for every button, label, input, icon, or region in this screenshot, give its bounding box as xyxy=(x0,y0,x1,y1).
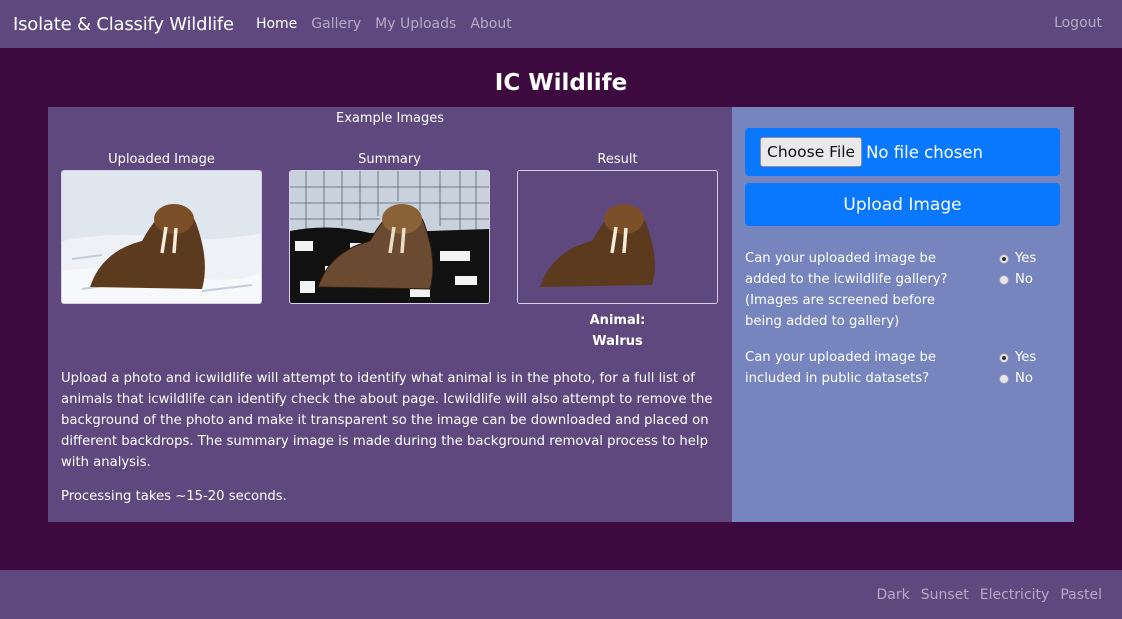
nav-my-uploads[interactable]: My Uploads xyxy=(375,16,456,32)
choose-file-button[interactable]: Choose File xyxy=(760,137,863,167)
dataset-no-label: No xyxy=(1015,371,1033,386)
gallery-yes-radio[interactable] xyxy=(999,253,1009,264)
dataset-question: Can your uploaded image be included in p… xyxy=(745,350,937,386)
gallery-no-option[interactable]: No xyxy=(999,269,1036,290)
summary-label: Summary xyxy=(358,152,421,167)
theme-sunset-link[interactable]: Sunset xyxy=(921,587,969,603)
nav-home[interactable]: Home xyxy=(256,16,297,32)
animal-caption: Animal: Walrus xyxy=(517,310,718,352)
uploaded-image-label: Uploaded Image xyxy=(108,152,215,167)
result-label: Result xyxy=(597,152,638,167)
result-walrus-image xyxy=(517,170,718,304)
animal-label: Animal: xyxy=(589,313,646,328)
theme-links: Dark Sunset Electricity Pastel xyxy=(866,587,1103,603)
gallery-question: Can your uploaded image be added to the … xyxy=(745,251,948,329)
dataset-yes-option[interactable]: Yes xyxy=(999,347,1036,368)
brand-link[interactable]: Isolate & Classify Wildlife xyxy=(13,14,234,35)
examples-title: Example Images xyxy=(335,111,445,126)
summary-example: Summary xyxy=(289,152,490,304)
uploaded-walrus-image xyxy=(61,170,262,304)
dataset-yes-label: Yes xyxy=(1015,350,1037,365)
uploaded-example: Uploaded Image xyxy=(61,152,262,304)
theme-electricity-link[interactable]: Electricity xyxy=(980,587,1050,603)
gallery-no-label: No xyxy=(1015,272,1033,287)
gallery-radio-group: Yes No xyxy=(999,248,1036,290)
navbar: Isolate & Classify Wildlife Home Gallery… xyxy=(0,0,1122,48)
nav-about[interactable]: About xyxy=(470,16,511,32)
description-text: Upload a photo and icwildlife will attem… xyxy=(61,371,713,470)
upload-panel: Choose File No file chosen Upload Image … xyxy=(732,107,1074,522)
theme-dark-link[interactable]: Dark xyxy=(877,587,910,603)
gallery-yes-label: Yes xyxy=(1015,251,1037,266)
theme-pastel-link[interactable]: Pastel xyxy=(1060,587,1102,603)
animal-value: Walrus xyxy=(592,334,643,349)
footer: Dark Sunset Electricity Pastel xyxy=(0,570,1122,619)
processing-note: Processing takes ~15-20 seconds. xyxy=(61,489,287,504)
gallery-yes-option[interactable]: Yes xyxy=(999,248,1036,269)
file-input[interactable]: Choose File No file chosen xyxy=(745,128,1060,176)
examples-panel: Example Images Uploaded Image Summary Re… xyxy=(48,107,732,522)
summary-segmentation-image xyxy=(289,170,490,304)
upload-image-button[interactable]: Upload Image xyxy=(745,183,1060,226)
dataset-radio-group: Yes No xyxy=(999,347,1036,389)
page-title: IC Wildlife xyxy=(494,70,628,96)
dataset-no-radio[interactable] xyxy=(999,373,1009,384)
dataset-no-option[interactable]: No xyxy=(999,368,1036,389)
dataset-yes-radio[interactable] xyxy=(999,352,1009,363)
file-status: No file chosen xyxy=(866,142,983,162)
nav-gallery[interactable]: Gallery xyxy=(311,16,361,32)
logout-link[interactable]: Logout xyxy=(1054,15,1102,31)
result-example: Result Animal: Walrus xyxy=(517,152,718,352)
gallery-no-radio[interactable] xyxy=(999,274,1009,285)
